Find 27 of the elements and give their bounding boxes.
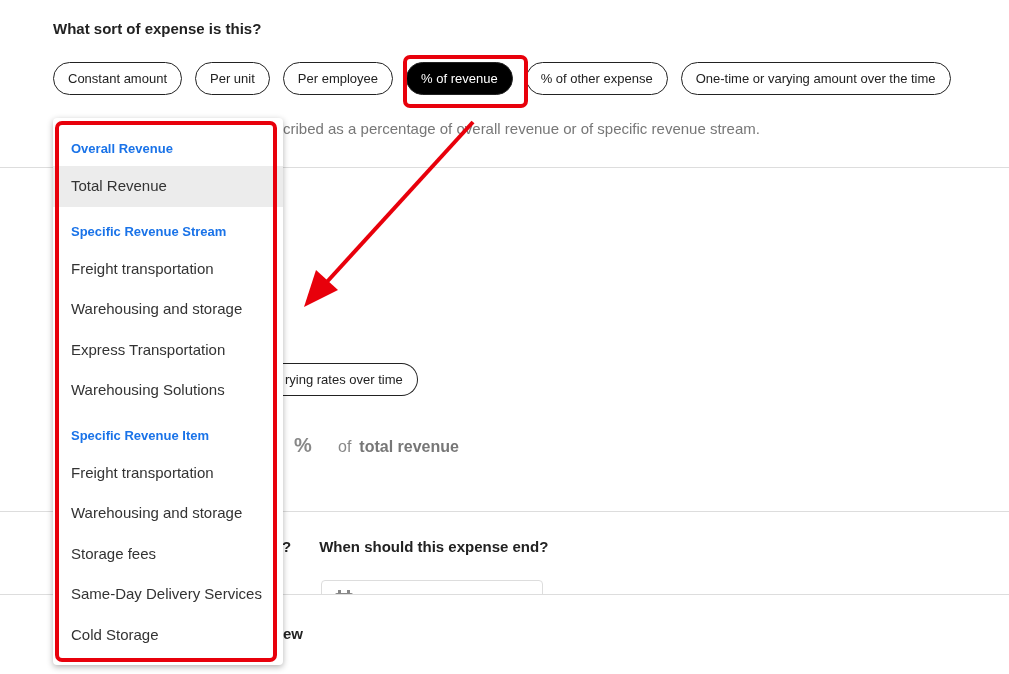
of-text: of [338,438,352,456]
menu-item[interactable]: Express Transportation [53,329,283,370]
option-chip[interactable]: One-time or varying amount over the time [680,62,951,95]
option-chip[interactable]: Per employee [282,62,394,95]
menu-item[interactable]: Warehousing and storage [53,289,283,330]
start-question-text: ? [282,538,292,555]
section-title: ew [283,625,304,642]
option-chip[interactable]: Per unit [195,62,270,95]
end-question-text: When should this expense end? [319,538,549,555]
percent-symbol: % [294,434,313,457]
menu-item[interactable]: Freight transportation [53,452,283,493]
group-header: Specific Revenue Item [70,426,210,445]
group-header: Overall Revenue [70,140,174,158]
menu-item[interactable]: Storage fees [53,533,283,574]
menu-item[interactable]: Warehousing Solutions [53,370,283,411]
question-title: What sort of expense is this? [53,20,263,37]
menu-item[interactable]: Freight transportation [53,248,283,289]
menu-item[interactable]: Warehousing and storage [53,493,283,534]
option-chip[interactable]: % of revenue [406,62,513,95]
option-chip[interactable]: rying rates over time [283,363,418,396]
menu-item[interactable]: Cold Storage [53,614,283,655]
option-chip[interactable]: Constant amount [53,62,182,95]
menu-item[interactable]: Total Revenue [53,166,283,207]
group-header: Specific Revenue Stream [70,222,228,241]
option-chip[interactable]: % of other expense [525,62,668,95]
revenue-target-text: total revenue [359,438,459,456]
menu-item[interactable]: Same-Day Delivery Services [53,574,283,615]
